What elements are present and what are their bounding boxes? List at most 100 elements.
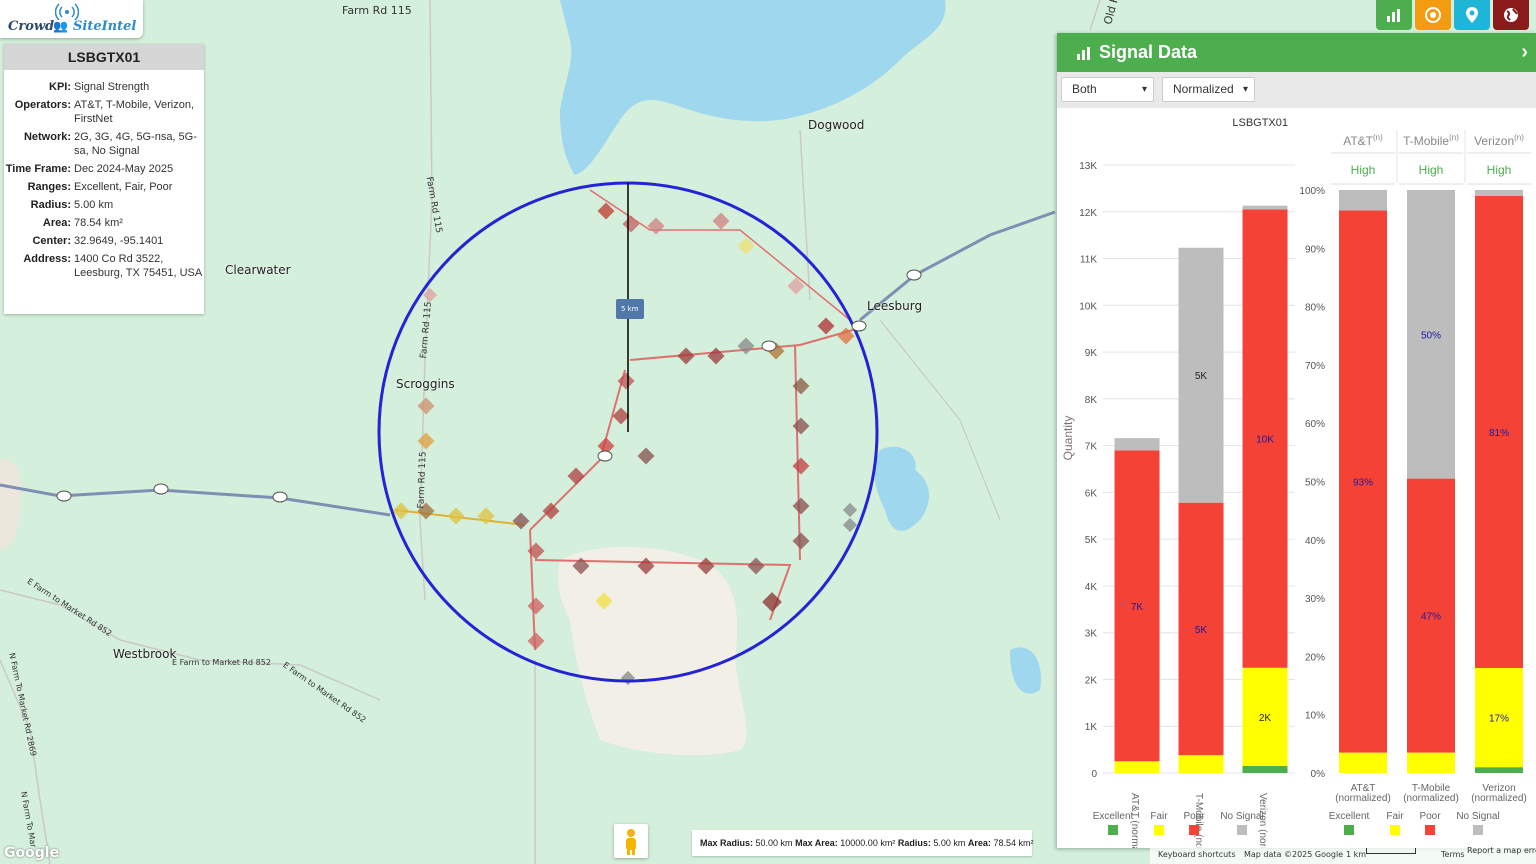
bar-segment bbox=[1242, 205, 1288, 210]
y-axis-label: Quantity bbox=[1061, 416, 1075, 461]
mode-select-value: Both bbox=[1072, 82, 1097, 96]
bar-data-label: 10K bbox=[1256, 435, 1274, 446]
legend-label: Poor bbox=[1419, 811, 1441, 822]
globe-icon bbox=[1504, 8, 1518, 22]
bar-data-label: 2K bbox=[1259, 713, 1272, 724]
info-key: Operators: bbox=[14, 99, 71, 111]
info-key: Network: bbox=[23, 131, 71, 143]
y-tick-label: 7K bbox=[1085, 442, 1098, 453]
percent-chart: AT&T(n) High T-Mobile(n) High Verizon(n) High… bbox=[1299, 130, 1531, 835]
scale-label: 1 km bbox=[1346, 850, 1367, 859]
map-label-scroggins: Scroggins bbox=[396, 377, 455, 391]
logo-site-text: SiteIntel bbox=[73, 19, 137, 34]
legend-label: No Signal bbox=[1456, 811, 1499, 822]
info-value: Dec 2024-May 2025 bbox=[74, 163, 174, 175]
chart-controls: Both ▾ Normalized ▾ bbox=[1057, 72, 1536, 108]
info-value: Signal Strength bbox=[74, 81, 150, 93]
terms-link[interactable]: Terms bbox=[1441, 850, 1465, 859]
bar-segment bbox=[1178, 755, 1224, 773]
info-key: Address: bbox=[23, 253, 71, 265]
bar-data-label: 7K bbox=[1131, 602, 1144, 613]
map-label-westbrook: Westbrook bbox=[113, 647, 177, 661]
location-pin-button[interactable] bbox=[1454, 0, 1490, 30]
chart-toggle-button[interactable] bbox=[1376, 0, 1412, 30]
bar-data-label: 5K bbox=[1195, 625, 1208, 636]
info-value: 1400 Co Rd 3522, Leesburg, TX 75451, USA bbox=[74, 253, 203, 279]
bar-segment bbox=[1114, 438, 1160, 451]
y-tick-label: 9K bbox=[1085, 348, 1098, 359]
column-header-sup: (n) bbox=[1514, 133, 1524, 142]
y-tick-label: 11K bbox=[1080, 255, 1097, 266]
report-map-error-link[interactable]: Report a map error bbox=[1467, 846, 1536, 855]
target-icon bbox=[1425, 7, 1441, 23]
column-level: High bbox=[1487, 163, 1512, 177]
google-logo: Google bbox=[4, 845, 60, 861]
y-tick-label: 50% bbox=[1305, 478, 1325, 489]
keyboard-shortcuts-link[interactable]: Keyboard shortcuts bbox=[1158, 850, 1235, 859]
mode-select[interactable]: Both ▾ bbox=[1061, 77, 1154, 102]
site-info-table: KPI: Signal Strength Operators: AT&T, T-Mo… bbox=[4, 78, 204, 282]
legend-swatch bbox=[1108, 825, 1118, 835]
info-key: Time Frame: bbox=[5, 163, 71, 175]
signal-data-header: Signal Data › bbox=[1057, 33, 1536, 72]
map-label-efm852-b: E Farm to Market Rd 852 bbox=[172, 658, 271, 667]
bar-data-label: 5K bbox=[1195, 371, 1208, 382]
radius-limits-info: Max Radius: 50.00 km Max Area: 10000.00 … bbox=[692, 830, 1034, 856]
view-select-value: Normalized bbox=[1173, 82, 1234, 96]
legend-swatch bbox=[1237, 825, 1247, 835]
legend-label: No Signal bbox=[1220, 811, 1263, 822]
column-level: High bbox=[1419, 163, 1444, 177]
info-value: 78.54 km² bbox=[74, 217, 123, 229]
bar-data-label: 47% bbox=[1421, 612, 1441, 623]
column-level: High bbox=[1351, 163, 1376, 177]
view-select[interactable]: Normalized ▾ bbox=[1162, 77, 1255, 102]
max-area-key: Max Area: bbox=[795, 838, 838, 848]
scale-badge-label: 5 km bbox=[621, 305, 639, 313]
bar-segment bbox=[1407, 752, 1455, 773]
map-data-credit: Map data ©2025 Google bbox=[1244, 850, 1344, 859]
legend-swatch bbox=[1154, 825, 1164, 835]
legend-swatch bbox=[1344, 825, 1354, 835]
target-button[interactable] bbox=[1415, 0, 1451, 30]
column-header-sup: (n) bbox=[1449, 133, 1459, 142]
chevron-down-icon: ▾ bbox=[1242, 84, 1248, 95]
bar-segment bbox=[1339, 190, 1387, 211]
signal-tower-icon bbox=[55, 3, 79, 20]
area-value: 78.54 km² bbox=[993, 838, 1034, 848]
bar-chart-icon bbox=[1077, 47, 1090, 60]
globe-button[interactable] bbox=[1493, 0, 1529, 30]
bar-segment bbox=[1475, 767, 1523, 773]
street-view-pegman[interactable] bbox=[614, 824, 648, 858]
legend-label: Excellent bbox=[1093, 811, 1134, 822]
info-value: 2G, 3G, 4G, 5G-nsa, 5G-sa, No Signal bbox=[74, 131, 197, 157]
column-header: Verizon(n) bbox=[1474, 133, 1524, 148]
chart-icon bbox=[1387, 9, 1400, 22]
logo-crowd-text: Crowd bbox=[8, 19, 55, 34]
bar-data-label: 50% bbox=[1421, 330, 1441, 341]
max-radius-value: 50.00 km bbox=[755, 838, 793, 848]
legend-label: Poor bbox=[1183, 811, 1205, 822]
scale-bar bbox=[1366, 848, 1416, 854]
signal-data-panel: Signal Data › Both ▾ Normalized ▾ LSBGTX… bbox=[1057, 33, 1536, 848]
y-tick-label: 4K bbox=[1085, 582, 1098, 593]
chevron-down-icon: ▾ bbox=[1141, 84, 1147, 95]
pegman-icon bbox=[626, 829, 636, 855]
y-tick-label: 90% bbox=[1305, 244, 1325, 255]
y-tick-label: 5K bbox=[1085, 535, 1098, 546]
bar-segment bbox=[1475, 190, 1523, 196]
map-label-clearwater: Clearwater bbox=[225, 263, 291, 277]
column-header-sup: (n) bbox=[1373, 133, 1383, 142]
info-key: Radius: bbox=[30, 199, 71, 211]
collapse-chevron-icon[interactable]: › bbox=[1521, 33, 1528, 72]
y-tick-label: 3K bbox=[1085, 629, 1098, 640]
y-tick-label: 0% bbox=[1311, 769, 1326, 780]
y-tick-label: 10K bbox=[1079, 301, 1097, 312]
area-key: Area: bbox=[967, 838, 991, 848]
legend-label: Fair bbox=[1150, 811, 1168, 822]
y-tick-label: 20% bbox=[1305, 652, 1325, 663]
map-label-leesburg: Leesburg bbox=[867, 299, 923, 313]
legend-label: Excellent bbox=[1329, 811, 1370, 822]
y-tick-label: 70% bbox=[1305, 361, 1325, 372]
y-tick-label: 8K bbox=[1085, 395, 1098, 406]
app-logo[interactable]: Crowd 👥 SiteIntel bbox=[0, 0, 143, 38]
